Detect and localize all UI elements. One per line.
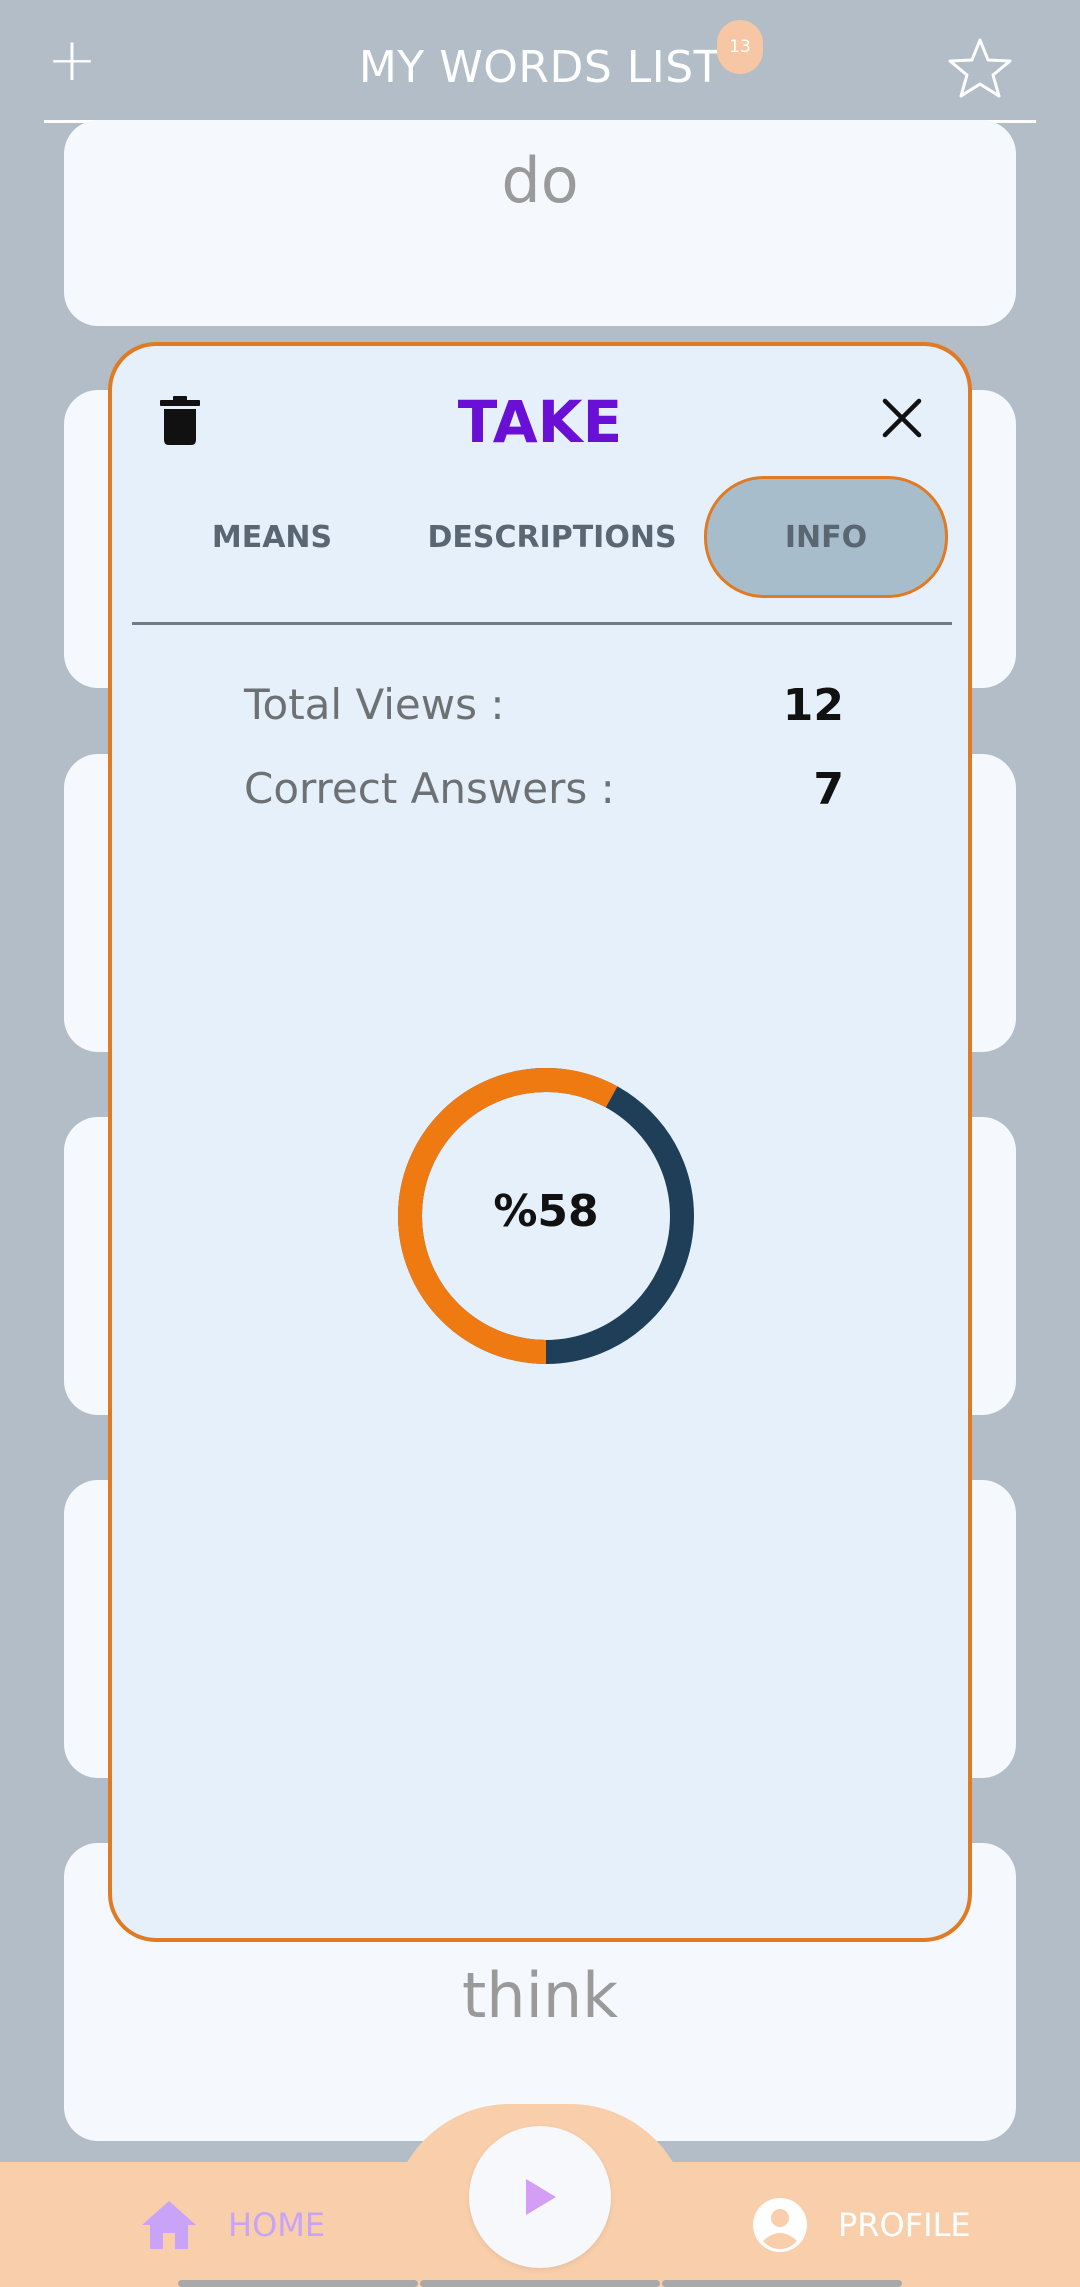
page-title: MY WORDS LIST: [358, 42, 722, 93]
home-icon: [142, 2201, 196, 2249]
word-detail-popup: TAKE MEANS DESCRIPTIONS INFO Total Views…: [108, 342, 972, 1942]
header: + MY WORDS LIST 13: [0, 0, 1080, 124]
nav-home-label: HOME: [228, 2206, 326, 2244]
profile-icon: [753, 2198, 807, 2252]
home-indicator: [662, 2280, 902, 2287]
word-card-text: think: [461, 1959, 619, 2032]
word-card-text: do: [501, 144, 579, 217]
play-icon: [526, 2179, 556, 2215]
tabs-divider: [132, 622, 952, 625]
correct-answers-value: 7: [813, 764, 844, 815]
favorites-button[interactable]: [946, 36, 1014, 100]
nav-profile-label: PROFILE: [838, 2206, 971, 2244]
tab-info[interactable]: INFO: [704, 476, 948, 598]
play-button[interactable]: [469, 2126, 611, 2268]
close-icon: [882, 398, 922, 438]
home-indicator: [178, 2280, 418, 2287]
popup-word-title: TAKE: [457, 388, 623, 456]
tab-means[interactable]: MEANS: [172, 476, 372, 598]
progress-ring: %58: [396, 1066, 696, 1366]
home-indicator: [420, 2280, 660, 2287]
word-count-badge: 13: [717, 20, 763, 74]
total-views-label: Total Views :: [244, 680, 505, 729]
nav-profile[interactable]: PROFILE: [752, 2190, 971, 2260]
popup-tabs: MEANS DESCRIPTIONS INFO: [112, 476, 968, 604]
word-card[interactable]: do: [64, 120, 1016, 326]
nav-home[interactable]: HOME: [140, 2190, 325, 2260]
total-views-value: 12: [782, 680, 844, 731]
app-root: + MY WORDS LIST 13 do think TAKE MEANS D…: [0, 0, 1080, 2287]
star-outline-icon: [948, 38, 1012, 98]
close-button[interactable]: [880, 396, 924, 440]
progress-percent-label: %58: [493, 1186, 599, 1237]
tab-descriptions[interactable]: DESCRIPTIONS: [402, 476, 702, 598]
correct-answers-label: Correct Answers :: [244, 764, 615, 813]
